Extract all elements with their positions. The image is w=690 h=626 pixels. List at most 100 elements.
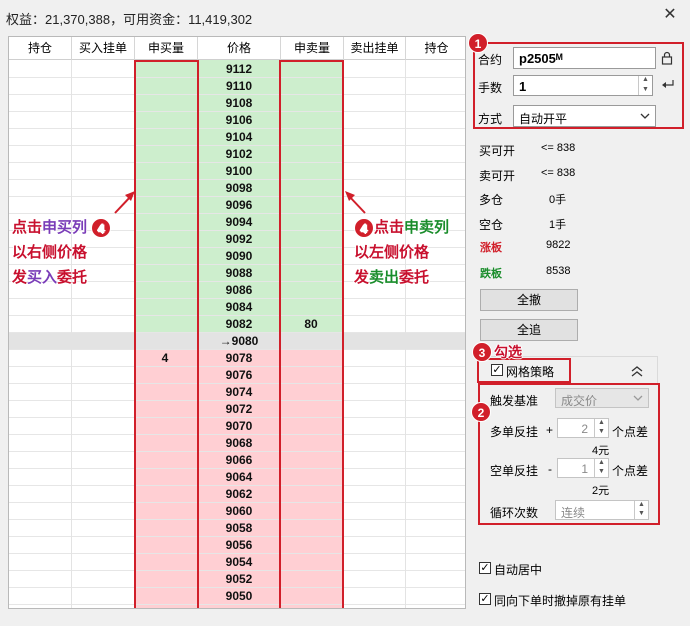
price-row-bid: 9066 (225, 453, 253, 467)
price-row-bid: 9058 (225, 521, 253, 535)
price-row-bid: 9052 (225, 572, 253, 586)
price-row-ask: 9102 (225, 147, 253, 161)
long-amount: 4元 (592, 445, 610, 457)
loop-stepper[interactable]: 连续 ▲ ▼ (555, 500, 649, 520)
price-row-ask: 9104 (225, 130, 253, 144)
badge-1: 1 (468, 33, 488, 53)
price-row-bid: 9050 (225, 589, 253, 603)
grid-enabled-checkbox[interactable]: ✓ (491, 364, 503, 376)
qty-label: 手数 (478, 81, 503, 95)
buy-open-value: <= 838 (541, 142, 576, 154)
long-unit: 个点差 (612, 425, 649, 439)
header-bid-volume: 申买量 (135, 37, 198, 60)
price-row-ask: 9090 (225, 249, 253, 263)
header-position-left: 持仓 (9, 37, 72, 60)
qty-value: 1 (519, 79, 527, 94)
book-header: 持仓 买入挂单 申买量 价格 申卖量 卖出挂单 持仓 (9, 37, 465, 60)
price-row-ask: 9092 (225, 232, 253, 246)
price-row-ask: 9098 (225, 181, 253, 195)
price-row-bid: 9068 (225, 436, 253, 450)
price-row-bid: 9054 (225, 555, 253, 569)
long-sign: + (546, 423, 554, 437)
short-unit: 个点差 (612, 464, 649, 478)
price-row-bid: 9072 (225, 402, 253, 416)
cancel-all-button[interactable]: 全撤 (480, 289, 578, 311)
badge-4-right: 4 (354, 218, 374, 239)
auto-center-label: 自动居中 (494, 563, 543, 577)
bid-column-highlight (134, 60, 199, 608)
limit-up-value: 9822 (546, 239, 571, 251)
order-book: 持仓 买入挂单 申买量 价格 申卖量 卖出挂单 持仓 9112 9110 9108 9… (8, 36, 466, 609)
right-annotation: 4 点击申卖列 以左侧价格 发卖出委托 (354, 218, 450, 286)
lock-icon[interactable] (661, 51, 673, 65)
price-row-bid: 9078 (225, 351, 253, 365)
price-row-ask: 9100 (225, 164, 253, 178)
price-row-ask: 9108 (225, 96, 253, 110)
header-ask-volume: 申卖量 (281, 37, 344, 60)
trigger-label: 触发基准 (490, 394, 539, 408)
loop-label: 循环次数 (490, 506, 539, 520)
short-pos-value: 1手 (549, 219, 567, 231)
title-bar: 权益：21,370,388，可用资金：11,419,302 ✕ (0, 0, 690, 33)
header-sell-orders: 卖出挂单 (344, 37, 406, 60)
price-row-ask: 9088 (225, 266, 253, 280)
long-points-value: 2 (581, 422, 588, 436)
price-row-bid: 9074 (225, 385, 253, 399)
long-reverse-label: 多单反挂 (490, 425, 539, 439)
header-price: 价格 (198, 37, 281, 60)
limit-down-label: 跌板 (480, 268, 502, 280)
arrow-left-annotation (114, 191, 135, 214)
check-annotation: 勾选 (494, 344, 522, 360)
badge-3: 3 (472, 342, 492, 362)
collapse-icon[interactable] (630, 365, 644, 377)
price-row-bid: 9056 (225, 538, 253, 552)
cancel-same-dir-label: 同向下单时撤掉原有挂单 (494, 594, 627, 608)
price-row-ask: 9084 (225, 300, 253, 314)
sell-open-label: 卖可开 (479, 169, 516, 183)
price-row-bid: 9060 (225, 504, 253, 518)
left-annotation: 点击申买列 4 以右侧价格 发买入委托 (12, 215, 112, 290)
short-reverse-label: 空单反挂 (490, 464, 539, 478)
badge-4-left: 4 (91, 218, 112, 239)
price-row-bid: 9062 (225, 487, 253, 501)
trigger-value: 成交价 (561, 394, 598, 408)
last-price: →9080 (219, 334, 259, 348)
sell-open-value: <= 838 (541, 167, 576, 179)
trigger-select[interactable]: 成交价 (555, 388, 649, 408)
grid-enabled-label: 网格策略 (506, 365, 555, 379)
header-buy-orders: 买入挂单 (72, 37, 135, 60)
price-row-ask: 9094 (225, 215, 253, 229)
price-row-ask: 9082 (225, 317, 253, 331)
long-points-stepper[interactable]: 2 ▲ ▼ (557, 418, 609, 438)
long-pos-label: 多仓 (479, 193, 504, 207)
qty-stepper[interactable]: 1 ▲ ▼ (513, 75, 653, 96)
arrow-right-annotation (345, 191, 366, 214)
close-icon[interactable]: ✕ (662, 7, 678, 23)
badge-2: 2 (471, 402, 491, 422)
enter-icon[interactable] (661, 79, 675, 91)
buy-open-label: 买可开 (479, 144, 516, 158)
ask-column-highlight (279, 60, 344, 608)
chevron-down-icon (633, 395, 643, 401)
limit-down-value: 8538 (546, 265, 571, 277)
qty-spin[interactable]: ▲ ▼ (638, 76, 652, 95)
mode-label: 方式 (478, 112, 503, 126)
mode-select[interactable]: 自动开平 (513, 105, 656, 127)
price-row-ask: 9106 (225, 113, 253, 127)
limit-up-label: 涨板 (480, 242, 502, 254)
chase-all-button[interactable]: 全追 (480, 319, 578, 341)
price-row-bid: 9076 (225, 368, 253, 382)
long-pos-value: 0手 (549, 194, 567, 206)
auto-center-checkbox[interactable]: ✓ (479, 562, 491, 574)
header-position-right: 持仓 (424, 41, 449, 55)
cancel-same-dir-checkbox[interactable]: ✓ (479, 593, 491, 605)
window-title: 权益：21,370,388，可用资金：11,419,302 (6, 12, 253, 27)
price-row-ask: 9112 (225, 62, 253, 76)
price-row-ask: 9096 (225, 198, 253, 212)
price-row-bid: 9070 (225, 419, 253, 433)
contract-field[interactable]: p2505ᴹ (513, 47, 656, 69)
contract-label: 合约 (478, 53, 503, 67)
short-points-stepper[interactable]: 1 ▲ ▼ (557, 458, 609, 478)
short-sign: - (548, 462, 552, 476)
mode-value: 自动开平 (519, 112, 568, 126)
